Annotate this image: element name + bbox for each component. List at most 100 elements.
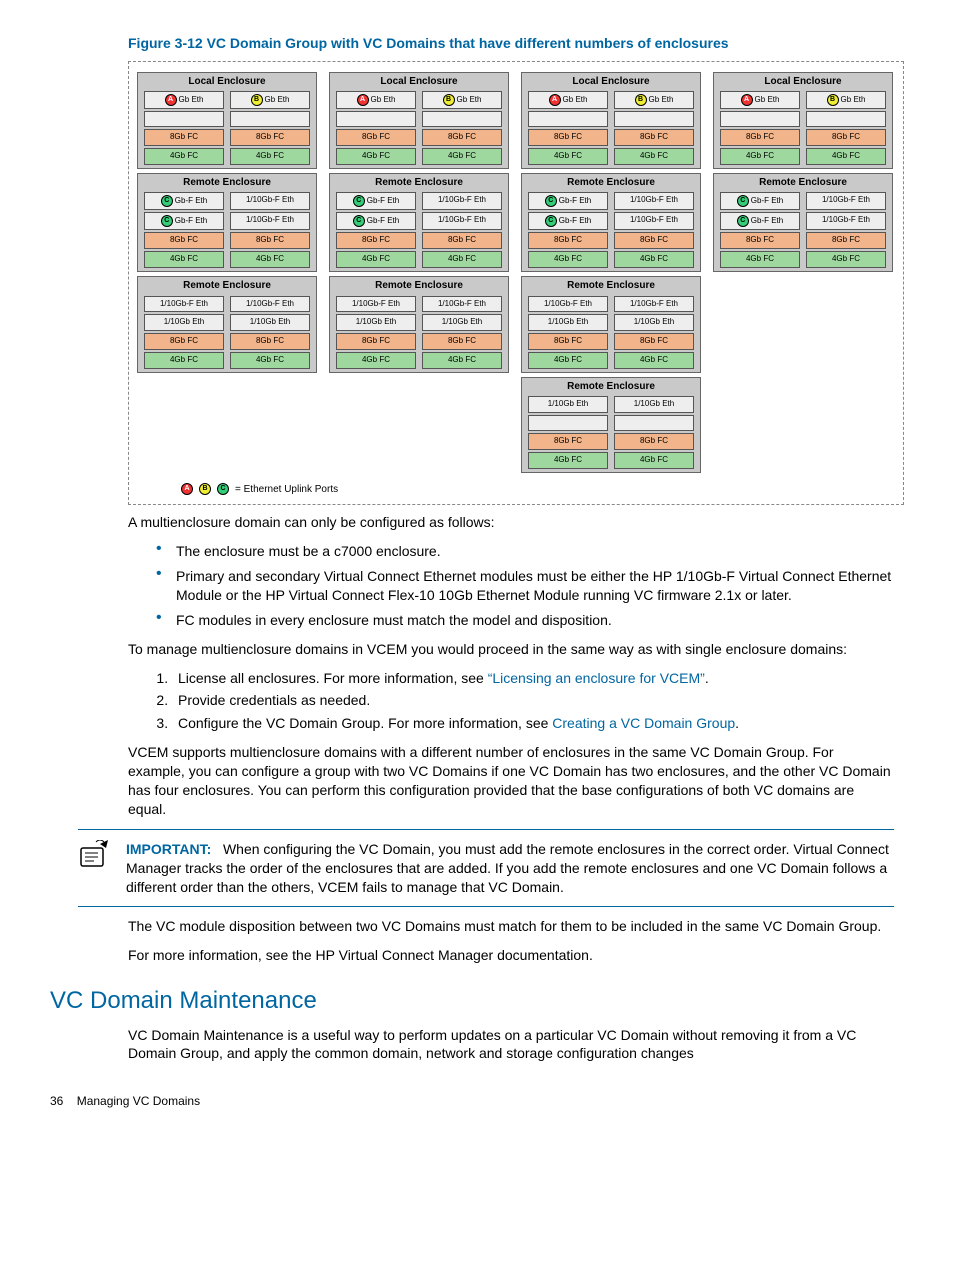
step-3: Configure the VC Domain Group. For more … <box>172 714 894 733</box>
module-slot: 1/10Gb-F Eth <box>528 296 608 313</box>
enclosure: Local EnclosureAGb EthBGb Eth8Gb FC8Gb F… <box>521 72 701 169</box>
module-slot: CGb-F Eth <box>720 192 800 210</box>
para-steps-intro: To manage multienclosure domains in VCEM… <box>128 640 894 659</box>
module-slot: 1/10Gb-F Eth <box>422 192 502 210</box>
module-slot: 8Gb FC <box>144 232 224 249</box>
module-slot: BGb Eth <box>806 91 886 109</box>
module-slot: 8Gb FC <box>806 232 886 249</box>
module-slot: 8Gb FC <box>144 129 224 146</box>
module-slot: 8Gb FC <box>422 232 502 249</box>
module-slot: 4Gb FC <box>614 251 694 268</box>
note-label: IMPORTANT: <box>126 841 211 857</box>
figure-caption: Figure 3-12 VC Domain Group with VC Doma… <box>128 34 904 53</box>
module-slot: 8Gb FC <box>336 333 416 350</box>
module-slot: 8Gb FC <box>528 333 608 350</box>
module-slot: AGb Eth <box>720 91 800 109</box>
enclosure: Local EnclosureAGb EthBGb Eth8Gb FC8Gb F… <box>137 72 317 169</box>
module-slot: 8Gb FC <box>230 232 310 249</box>
module-slot: 4Gb FC <box>336 251 416 268</box>
module-slot: 8Gb FC <box>614 333 694 350</box>
module-slot: 4Gb FC <box>336 352 416 369</box>
para-vcem: VCEM supports multienclosure domains wit… <box>128 743 894 819</box>
enclosure: Local EnclosureAGb EthBGb Eth8Gb FC8Gb F… <box>329 72 509 169</box>
bullet-list: The enclosure must be a c7000 enclosure.… <box>128 542 894 630</box>
module-slot: 8Gb FC <box>528 232 608 249</box>
module-slot <box>230 111 310 127</box>
link-licensing[interactable]: “Licensing an enclosure for VCEM” <box>488 670 705 686</box>
module-slot: 4Gb FC <box>528 148 608 165</box>
important-note: IMPORTANT: When configuring the VC Domai… <box>78 829 894 908</box>
module-slot: BGb Eth <box>614 91 694 109</box>
module-slot: CGb-F Eth <box>528 212 608 230</box>
module-slot: 8Gb FC <box>422 129 502 146</box>
module-slot: 4Gb FC <box>230 352 310 369</box>
step-1: License all enclosures. For more informa… <box>172 669 894 688</box>
bullet-item: FC modules in every enclosure must match… <box>156 611 894 630</box>
module-slot: 1/10Gb Eth <box>528 396 608 413</box>
module-slot: 4Gb FC <box>336 148 416 165</box>
module-slot: 1/10Gb Eth <box>336 314 416 331</box>
para-maintenance: VC Domain Maintenance is a useful way to… <box>128 1026 894 1064</box>
module-slot: 1/10Gb-F Eth <box>806 192 886 210</box>
module-slot: 4Gb FC <box>720 148 800 165</box>
page-footer: 36 Managing VC Domains <box>50 1093 904 1109</box>
module-slot: AGb Eth <box>144 91 224 109</box>
module-slot: 1/10Gb-F Eth <box>614 296 694 313</box>
para-moreinfo: For more information, see the HP Virtual… <box>128 946 894 965</box>
module-slot: 8Gb FC <box>614 433 694 450</box>
enclosure: Remote Enclosure1/10Gb-F Eth1/10Gb-F Eth… <box>521 276 701 373</box>
module-slot: 4Gb FC <box>422 251 502 268</box>
enclosure: Remote EnclosureCGb-F Eth1/10Gb-F EthCGb… <box>329 173 509 272</box>
module-slot: 8Gb FC <box>528 129 608 146</box>
module-slot: 8Gb FC <box>144 333 224 350</box>
module-slot <box>720 111 800 127</box>
enclosure: Remote EnclosureCGb-F Eth1/10Gb-F EthCGb… <box>137 173 317 272</box>
module-slot: 1/10Gb-F Eth <box>336 296 416 313</box>
module-slot: CGb-F Eth <box>336 192 416 210</box>
steps-list: License all enclosures. For more informa… <box>128 669 894 734</box>
module-slot: 8Gb FC <box>230 129 310 146</box>
module-slot: 4Gb FC <box>230 251 310 268</box>
module-slot <box>614 415 694 431</box>
module-slot: 1/10Gb-F Eth <box>422 212 502 230</box>
module-slot: 4Gb FC <box>806 148 886 165</box>
step-2: Provide credentials as needed. <box>172 691 894 710</box>
module-slot: 1/10Gb-F Eth <box>614 212 694 230</box>
module-slot: 8Gb FC <box>614 232 694 249</box>
module-slot: 1/10Gb-F Eth <box>230 212 310 230</box>
figure-diagram: Local EnclosureAGb EthBGb Eth8Gb FC8Gb F… <box>128 61 904 505</box>
module-slot: 4Gb FC <box>528 251 608 268</box>
module-slot: 1/10Gb-F Eth <box>230 192 310 210</box>
module-slot: 1/10Gb Eth <box>230 314 310 331</box>
module-slot: 4Gb FC <box>230 148 310 165</box>
module-slot: 1/10Gb-F Eth <box>806 212 886 230</box>
module-slot <box>422 111 502 127</box>
module-slot: CGb-F Eth <box>144 192 224 210</box>
module-slot: 8Gb FC <box>528 433 608 450</box>
module-slot: 4Gb FC <box>614 148 694 165</box>
module-slot: 1/10Gb-F Eth <box>144 296 224 313</box>
module-slot: 4Gb FC <box>614 452 694 469</box>
module-slot: 8Gb FC <box>614 129 694 146</box>
note-text: When configuring the VC Domain, you must… <box>126 841 889 895</box>
link-create-group[interactable]: Creating a VC Domain Group <box>552 715 735 731</box>
module-slot: CGb-F Eth <box>144 212 224 230</box>
module-slot: 8Gb FC <box>336 232 416 249</box>
module-slot <box>806 111 886 127</box>
module-slot: 8Gb FC <box>230 333 310 350</box>
enclosure: Remote EnclosureCGb-F Eth1/10Gb-F EthCGb… <box>521 173 701 272</box>
module-slot: 1/10Gb Eth <box>528 314 608 331</box>
module-slot: 8Gb FC <box>422 333 502 350</box>
module-slot: AGb Eth <box>528 91 608 109</box>
legend: ABC = Ethernet Uplink Ports <box>181 483 895 497</box>
bullet-item: The enclosure must be a c7000 enclosure. <box>156 542 894 561</box>
enclosure: Remote EnclosureCGb-F Eth1/10Gb-F EthCGb… <box>713 173 893 272</box>
module-slot <box>614 111 694 127</box>
section-heading: VC Domain Maintenance <box>50 985 904 1017</box>
module-slot <box>528 415 608 431</box>
module-slot: 4Gb FC <box>806 251 886 268</box>
module-slot <box>336 111 416 127</box>
module-slot: 8Gb FC <box>720 129 800 146</box>
module-slot: 8Gb FC <box>720 232 800 249</box>
module-slot: AGb Eth <box>336 91 416 109</box>
